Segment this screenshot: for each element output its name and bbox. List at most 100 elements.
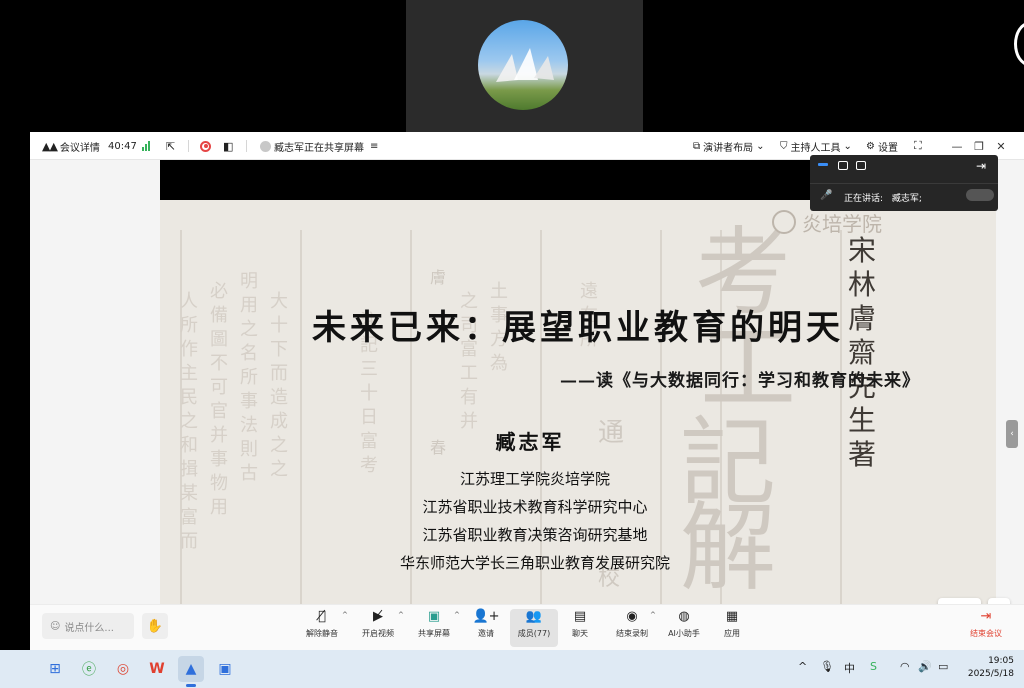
menu-icon: ≡ bbox=[370, 140, 379, 152]
watermark-seal bbox=[772, 210, 796, 234]
ai-assistant-button[interactable]: ◍ AI小助手 bbox=[660, 609, 708, 647]
clock[interactable]: 19:05 2025/5/18 bbox=[958, 655, 1014, 681]
screen: ▲▲ 会议详情 40:47 ⇱ ◧ 臧志军正在共享屏幕 ≡ ⧉ 演讲者布局 ⌄ … bbox=[0, 0, 1024, 688]
slide-subtitle: ——读《与大数据同行：学习和教育的未来》 bbox=[560, 371, 920, 391]
chat-label: 聊天 bbox=[572, 629, 588, 638]
share-screen-button[interactable]: ▣ 共享屏幕 bbox=[410, 609, 458, 647]
meeting-toolbar: ☺ 说点什么... ✋ 🎙̸ 解除静音 ^ ▶̸ 开启视频 ^ ▣ 共享屏幕 ^… bbox=[30, 604, 1024, 650]
speaker-view-icon[interactable] bbox=[818, 163, 828, 166]
app-tray-icon[interactable]: S bbox=[870, 660, 877, 673]
chrome-icon[interactable]: ◎ bbox=[110, 656, 136, 682]
end-meeting-label: 结束会议 bbox=[970, 629, 1002, 638]
bg-char: 膚 bbox=[430, 268, 447, 287]
chat-placeholder: 说点什么... bbox=[64, 622, 114, 634]
layout-label: 演讲者布局 bbox=[703, 142, 754, 154]
slide-affiliation: 江苏省职业技术教育科学研究中心 bbox=[422, 498, 648, 516]
record-icon[interactable] bbox=[200, 132, 211, 160]
layout-icon: ⧉ bbox=[693, 140, 701, 152]
members-button[interactable]: 👥 成员(77) bbox=[510, 609, 558, 647]
ime-indicator[interactable]: 中 bbox=[844, 660, 855, 676]
record-stop-icon: ◉ bbox=[626, 609, 638, 624]
duration-text: 40:47 bbox=[108, 140, 137, 152]
divider bbox=[810, 183, 998, 184]
meeting-details-label: 会议详情 bbox=[59, 142, 100, 154]
invite-button[interactable]: 👤+ 邀请 bbox=[462, 609, 510, 647]
end-meeting-button[interactable]: ⇥ 结束会议 bbox=[962, 609, 1010, 647]
meeting-duration: 40:47 bbox=[108, 132, 137, 160]
slide-affiliation: 华东师范大学长三角职业教育发展研究院 bbox=[399, 554, 670, 572]
start-video-label: 开启视频 bbox=[362, 629, 394, 638]
apps-button[interactable]: ▦ 应用 bbox=[708, 609, 756, 647]
end-recording-label: 结束录制 bbox=[616, 629, 648, 638]
ai-assistant-label: AI小助手 bbox=[668, 629, 700, 638]
app-icon[interactable]: ▣ bbox=[212, 656, 238, 682]
active-indicator bbox=[186, 684, 196, 687]
collapse-panel-icon[interactable]: ⇥ bbox=[976, 159, 986, 173]
chevron-up-icon[interactable]: ^ bbox=[650, 611, 656, 619]
signal-icon[interactable] bbox=[142, 132, 150, 160]
slide-title: 未来已来：展望职业教育的明天 bbox=[312, 308, 844, 348]
clock-date: 2025/5/18 bbox=[967, 669, 1014, 679]
settings-label: 设置 bbox=[877, 142, 898, 154]
edge-icon[interactable]: ⓔ bbox=[76, 656, 102, 682]
invite-icon: 👤+ bbox=[472, 609, 500, 624]
windows-start-icon[interactable]: ⊞ bbox=[42, 656, 68, 682]
presentation-slide: 人所作主民之和揖某富而 必備圖不可官并事物用 明用之名所事法則古 大十下而造成之… bbox=[160, 200, 996, 604]
mic-icon: 🎤 bbox=[820, 190, 833, 201]
edge-decoration bbox=[1014, 22, 1024, 66]
start-video-button[interactable]: ▶̸ 开启视频 bbox=[354, 609, 402, 647]
quick-chat-input[interactable]: ☺ 说点什么... bbox=[42, 613, 134, 639]
volume-icon[interactable]: 🔊 bbox=[918, 660, 932, 673]
share-screen-label: 共享屏幕 bbox=[418, 629, 450, 638]
external-link-icon[interactable]: ⇱ bbox=[166, 132, 175, 160]
sharing-status[interactable]: 臧志军正在共享屏幕 ≡ bbox=[260, 132, 378, 160]
speaking-indicator: 正在讲话: 臧志军; bbox=[844, 191, 922, 204]
chevron-down-icon: ⌄ bbox=[756, 140, 765, 152]
unmute-button[interactable]: 🎙̸ 解除静音 bbox=[298, 609, 346, 647]
invite-label: 邀请 bbox=[478, 629, 494, 638]
layout-button[interactable]: ⧉ 演讲者布局 ⌄ bbox=[693, 132, 765, 160]
chat-icon: ▤ bbox=[573, 609, 587, 624]
hand-icon[interactable]: ✋ bbox=[142, 613, 168, 639]
chat-button[interactable]: ▤ 聊天 bbox=[556, 609, 604, 647]
mic-off-icon: 🎙̸ bbox=[318, 609, 326, 624]
share-status-icon[interactable]: ◧ bbox=[223, 132, 233, 160]
divider bbox=[246, 140, 247, 152]
speaker-name: 臧志军; bbox=[891, 194, 922, 204]
chevron-up-icon[interactable]: ^ bbox=[398, 611, 404, 619]
slide-affiliation: 江苏理工学院炎培学院 bbox=[459, 470, 610, 488]
chevron-down-icon: ⌄ bbox=[843, 140, 852, 152]
slide-affiliation: 江苏省职业教育决策咨询研究基地 bbox=[422, 526, 648, 544]
speaker-panel[interactable]: ⇥ 🎤 正在讲话: 臧志军; bbox=[810, 155, 998, 211]
shared-screen[interactable]: 人所作主民之和揖某富而 必備圖不可官并事物用 明用之名所事法則古 大十下而造成之… bbox=[30, 160, 1024, 620]
gear-icon: ⚙ bbox=[866, 140, 875, 152]
wps-icon[interactable]: W bbox=[144, 656, 170, 682]
apps-label: 应用 bbox=[724, 629, 740, 638]
gallery-view-icon[interactable] bbox=[838, 161, 848, 170]
speaking-label: 正在讲话: bbox=[844, 194, 884, 204]
sharing-status-text: 臧志军正在共享屏幕 bbox=[274, 142, 364, 154]
sharer-avatar bbox=[260, 140, 271, 152]
mic-icon[interactable]: 🎙 bbox=[820, 660, 834, 673]
side-panel-handle[interactable]: ‹ bbox=[1006, 420, 1018, 448]
divider bbox=[188, 140, 189, 152]
chevron-up-icon[interactable]: ^ bbox=[454, 611, 460, 619]
list-view-icon[interactable] bbox=[856, 161, 866, 170]
battery-icon[interactable]: ▭ bbox=[938, 660, 948, 673]
wifi-icon[interactable]: ◠ bbox=[900, 660, 910, 673]
speaker-thumbnail bbox=[966, 189, 994, 201]
end-recording-button[interactable]: ◉ 结束录制 bbox=[608, 609, 656, 647]
slide-author: 臧志军 bbox=[495, 430, 565, 454]
members-icon: 👥 bbox=[525, 609, 543, 624]
shield-icon: ⛉ bbox=[780, 140, 788, 152]
share-screen-icon: ▣ bbox=[427, 609, 441, 624]
meeting-app-icon[interactable]: ▲ bbox=[178, 656, 204, 682]
meeting-logo-icon: ▲▲ bbox=[42, 139, 58, 153]
taskbar: ⊞ ⓔ ◎ W ▲ ▣ ^ 🎙 中 S ◠ 🔊 ▭ 19:05 2025/5/1… bbox=[0, 650, 1024, 688]
meeting-details-button[interactable]: ▲▲ 会议详情 bbox=[42, 132, 100, 160]
chevron-up-icon[interactable]: ^ bbox=[342, 611, 348, 619]
chevron-up-icon[interactable]: ^ bbox=[798, 660, 807, 673]
camera-tile[interactable] bbox=[406, 0, 643, 132]
participant-avatar bbox=[478, 20, 568, 110]
apps-icon: ▦ bbox=[725, 609, 739, 624]
